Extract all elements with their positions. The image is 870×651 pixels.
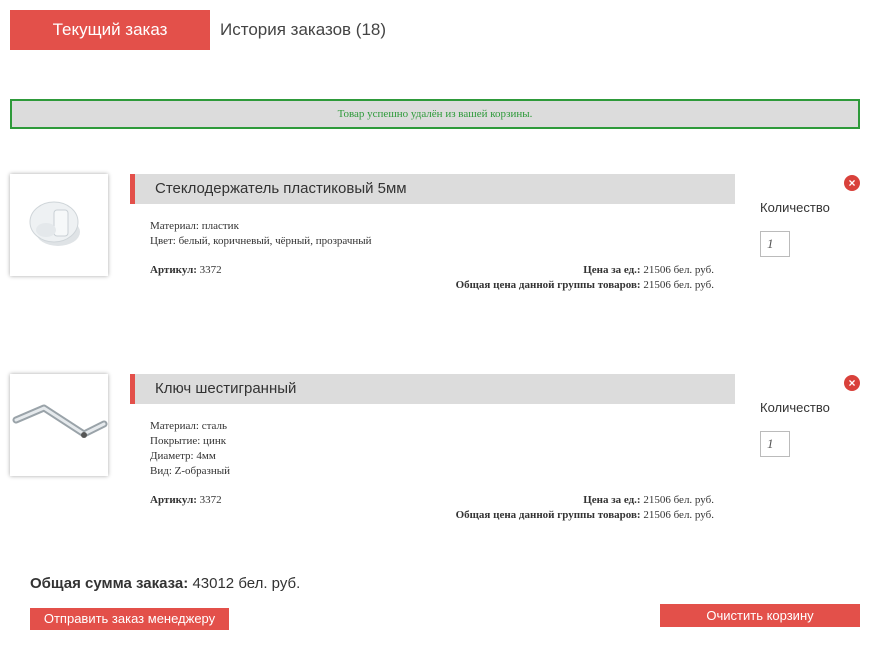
attribute-line: Вид: Z-образный <box>150 465 230 477</box>
unit-price-label: Цена за ед.: <box>583 494 641 506</box>
product-title[interactable]: Стеклодержатель пластиковый 5мм <box>135 174 735 204</box>
order-total-value: 43012 бел. руб. <box>192 575 301 592</box>
tab-order-history[interactable]: История заказов (18) <box>220 10 386 50</box>
clear-cart-button[interactable]: Очистить корзину <box>660 604 860 627</box>
product-title-bar: Стеклодержатель пластиковый 5мм <box>130 174 735 204</box>
prices: Цена за ед.: 21506 бел. руб. Общая цена … <box>456 263 714 293</box>
unit-price-label: Цена за ед.: <box>583 264 641 276</box>
attribute-line: Диаметр: 4мм <box>150 450 216 462</box>
attribute-line: Материал: пластик <box>150 220 239 232</box>
attribute-line: Покрытие: цинк <box>150 435 227 447</box>
sku-value: 3372 <box>199 264 222 276</box>
glass-holder-image <box>29 201 80 246</box>
sku-label: Артикул: <box>150 264 197 276</box>
sku: Артикул: 3372 <box>150 493 222 508</box>
unit-price: 21506 бел. руб. <box>643 494 714 506</box>
product-attributes: Материал: пластик Цвет: белый, коричневы… <box>150 219 372 249</box>
remove-item-icon[interactable]: × <box>844 375 860 391</box>
unit-price: 21506 бел. руб. <box>643 264 714 276</box>
quantity-label: Количество <box>760 200 830 215</box>
group-price-label: Общая цена данной группы товаров: <box>455 509 641 521</box>
quantity-label: Количество <box>760 400 830 415</box>
product-image-hex-key[interactable] <box>10 374 108 476</box>
tab-current-order[interactable]: Текущий заказ <box>10 10 210 50</box>
order-total: Общая сумма заказа: 43012 бел. руб. <box>30 575 300 592</box>
product-title-bar: Ключ шестигранный <box>130 374 735 404</box>
group-price-label: Общая цена данной группы товаров: <box>455 279 641 291</box>
success-notice: Товар успешно удалён из вашей корзины. <box>10 99 860 129</box>
sku-label: Артикул: <box>150 494 197 506</box>
group-price: 21506 бел. руб. <box>643 279 714 291</box>
product-attributes: Материал: сталь Покрытие: цинк Диаметр: … <box>150 419 230 479</box>
product-title[interactable]: Ключ шестигранный <box>135 374 735 404</box>
send-to-manager-button[interactable]: Отправить заказ менеджеру <box>30 608 229 630</box>
product-image-glass-holder[interactable] <box>10 174 108 276</box>
sku: Артикул: 3372 <box>150 263 222 278</box>
sku-value: 3372 <box>199 494 222 506</box>
attribute-line: Материал: сталь <box>150 420 228 432</box>
prices: Цена за ед.: 21506 бел. руб. Общая цена … <box>456 493 714 523</box>
remove-item-icon[interactable]: × <box>844 175 860 191</box>
attribute-line: Цвет: белый, коричневый, чёрный, прозрач… <box>150 235 372 247</box>
group-price: 21506 бел. руб. <box>643 509 714 521</box>
hex-key-image <box>12 404 108 438</box>
order-total-label: Общая сумма заказа: <box>30 575 189 592</box>
quantity-input[interactable]: 1 <box>760 431 790 457</box>
quantity-input[interactable]: 1 <box>760 231 790 257</box>
